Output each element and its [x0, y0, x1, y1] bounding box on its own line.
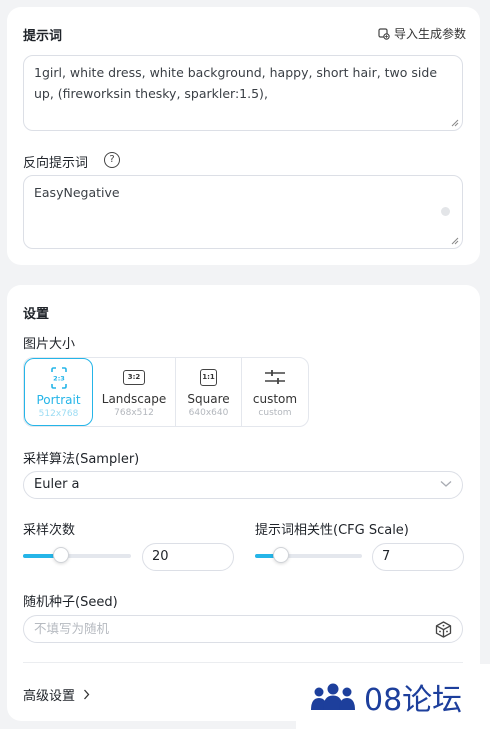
size-option-dims: custom [258, 408, 292, 418]
people-logo-icon [311, 683, 355, 710]
cfg-slider[interactable] [255, 547, 362, 563]
negative-prompt-title: 反向提示词 [23, 156, 89, 171]
steps-slider[interactable] [23, 547, 131, 563]
image-size-selector: 2:3 Portrait 512x768 3:2 Landscape 768x5… [23, 357, 309, 427]
prompt-text: 1girl, white dress, white background, ha… [34, 65, 438, 101]
sampler-value: Euler a [34, 477, 80, 492]
svg-text:2:3: 2:3 [53, 375, 65, 383]
resize-handle-icon[interactable] [451, 119, 459, 127]
watermark-text: 08论坛 [364, 682, 463, 718]
size-option-name: Landscape [101, 392, 167, 406]
watermark: 08论坛 [296, 664, 490, 729]
divider [23, 662, 463, 663]
landscape-ratio-icon: 3:2 [123, 367, 145, 387]
question-circle-icon[interactable]: ? [104, 152, 120, 168]
image-size-label: 图片大小 [23, 337, 76, 352]
steps-input[interactable]: 20 [142, 543, 234, 571]
steps-slider-thumb[interactable] [53, 547, 69, 563]
negative-prompt-textarea[interactable]: EasyNegative [23, 175, 463, 249]
negative-prompt-text: EasyNegative [34, 185, 120, 200]
import-params-label: 导入生成参数 [393, 27, 466, 41]
size-option-dims: 768x512 [114, 408, 154, 418]
seed-placeholder: 不填写为随机 [34, 621, 110, 636]
import-icon [378, 27, 390, 40]
steps-value: 20 [152, 549, 169, 564]
size-option-name: custom [252, 392, 298, 406]
steps-label: 采样次数 [23, 523, 76, 538]
advanced-settings-toggle[interactable]: 高级设置 [23, 685, 90, 704]
advanced-settings-label: 高级设置 [23, 689, 76, 704]
settings-card: 设置 图片大小 2:3 Portrait 512x768 3:2 Landsca… [7, 285, 480, 721]
cfg-slider-thumb[interactable] [273, 547, 289, 563]
size-option-name: Square [187, 392, 230, 406]
size-option-name: Portrait [36, 393, 81, 407]
clear-icon[interactable] [441, 207, 450, 216]
resize-handle-icon[interactable] [451, 237, 459, 245]
cfg-input[interactable]: 7 [372, 543, 464, 571]
size-option-custom[interactable]: custom custom [242, 358, 308, 426]
prompt-textarea[interactable]: 1girl, white dress, white background, ha… [23, 55, 463, 131]
size-option-dims: 640x640 [188, 408, 229, 418]
prompt-card: 提示词 导入生成参数 1girl, white dress, white bac… [7, 7, 480, 265]
cfg-value: 7 [382, 549, 391, 564]
sampler-select[interactable]: Euler a [23, 471, 463, 499]
prompt-title: 提示词 [23, 29, 63, 44]
size-option-portrait[interactable]: 2:3 Portrait 512x768 [24, 358, 93, 426]
square-ratio-icon: 1:1 [200, 367, 217, 387]
chevron-down-icon [440, 481, 452, 487]
seed-input[interactable]: 不填写为随机 [23, 615, 463, 643]
cfg-label: 提示词相关性(CFG Scale) [255, 523, 409, 538]
settings-title: 设置 [23, 307, 50, 322]
seed-label: 随机种子(Seed) [23, 595, 118, 610]
dice-icon[interactable] [435, 621, 452, 638]
chevron-right-icon [84, 689, 90, 700]
import-params-button[interactable]: 导入生成参数 [378, 25, 466, 42]
size-option-landscape[interactable]: 3:2 Landscape 768x512 [93, 358, 176, 426]
sliders-icon [264, 367, 286, 387]
sampler-label: 采样算法(Sampler) [23, 452, 140, 467]
portrait-ratio-icon: 2:3 [50, 367, 67, 389]
size-option-square[interactable]: 1:1 Square 640x640 [176, 358, 242, 426]
size-option-dims: 512x768 [38, 409, 79, 419]
